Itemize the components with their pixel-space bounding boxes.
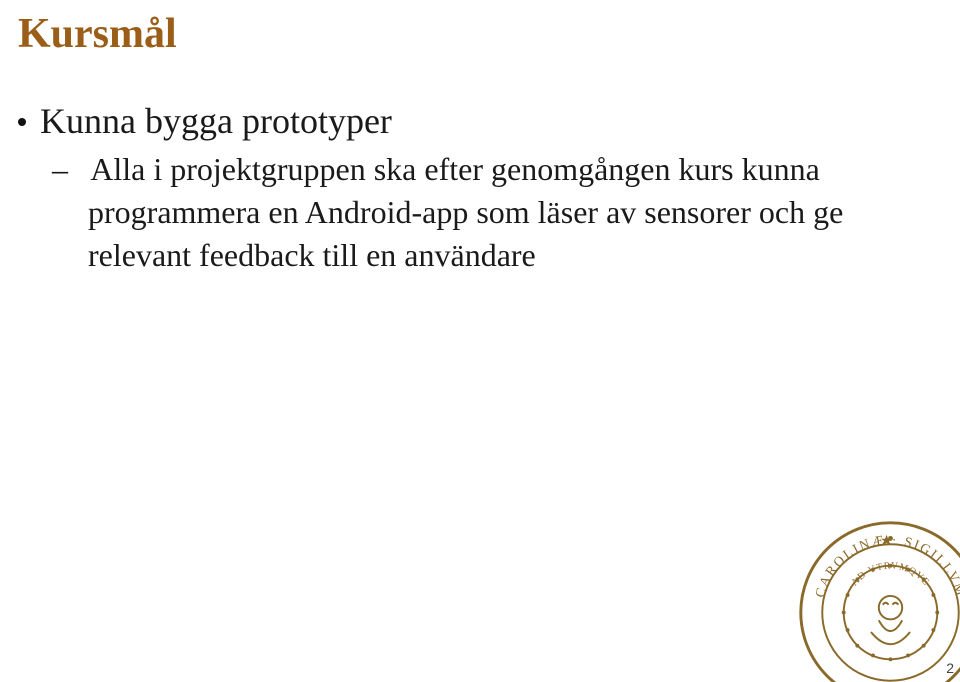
bullet-icon: [18, 118, 26, 126]
bullet-sub-content: Alla i projektgruppen ska efter genomgån…: [88, 151, 843, 273]
dash-icon: –: [70, 148, 84, 191]
bullet-sub-text: – Alla i projektgruppen ska efter genomg…: [58, 148, 920, 278]
university-seal-icon: CAROLINÆ · SIGILLVM AD VTRVMQVE: [793, 515, 960, 682]
bullet-main-line: Kunna bygga prototyper: [18, 100, 920, 142]
slide-title: Kursmål: [18, 10, 177, 58]
slide-body: Kunna bygga prototyper – Alla i projektg…: [18, 100, 920, 278]
page-number: 2: [946, 660, 954, 676]
bullet-main-text: Kunna bygga prototyper: [40, 100, 392, 142]
